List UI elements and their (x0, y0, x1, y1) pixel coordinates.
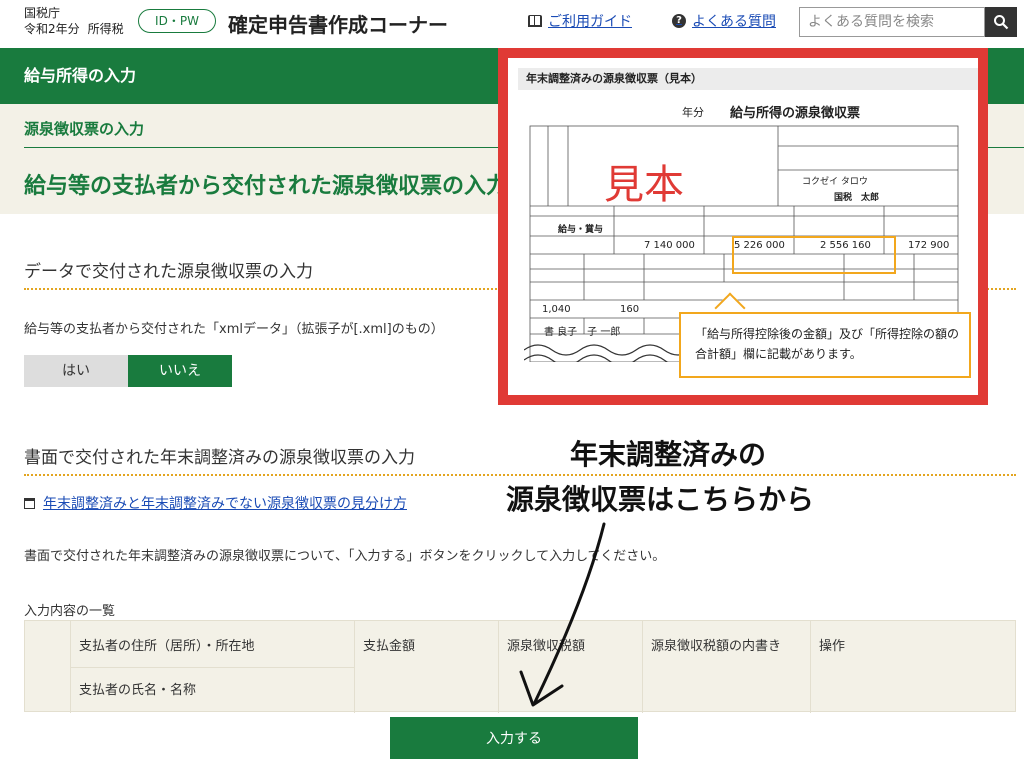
col-payer-address: 支払者の住所（居所）・所在地 (79, 639, 255, 654)
slip-lower-value-1: 1,040 (542, 304, 571, 315)
header: 国税庁 令和2年分 所得税 ID・PW 確定申告書作成コーナー ご利用ガイド ? よ… (0, 0, 1024, 48)
option-yes-button[interactable]: はい (24, 355, 128, 387)
xml-choice: はい いいえ (24, 355, 232, 387)
col-payer-name: 支払者の氏名・名称 (79, 683, 197, 698)
app-title: 確定申告書作成コーナー (228, 13, 448, 37)
window-icon (24, 497, 35, 509)
overlay-title: 年末調整済みの源泉徴収票（見本） (518, 68, 978, 90)
page-title: 給与等の支払者から交付された源泉徴収票の入力 (24, 174, 500, 199)
slip-row-label: 給与・賞与 (558, 225, 604, 235)
slip-spouse: 書 良子 子 一郎 (544, 327, 621, 338)
col-amount: 支払金額 (363, 639, 416, 654)
sample-slip-overlay: 年末調整済みの源泉徴収票（見本） 年分 給与所得の源泉徴収票 見本 コクゼイ タ… (498, 48, 988, 405)
sample-slip: 年分 給与所得の源泉徴収票 見本 コクゼイ タロウ 国税 太郎 給与・賞与 7 … (524, 94, 971, 378)
slip-lower-value-2: 160 (620, 304, 640, 315)
col-action: 操作 (819, 639, 846, 654)
data-section-title: データで交付された源泉徴収票の入力 (24, 262, 313, 282)
xml-question: 給与等の支払者から交付された「xmlデータ」（拡張子が[.xml]のもの） (24, 322, 444, 337)
table-caption: 入力内容の一覧 (24, 604, 116, 619)
paper-section-title: 書面で交付された年末調整済みの源泉徴収票の入力 (24, 448, 415, 468)
dotted-divider (24, 474, 1016, 476)
slip-name: 国税 太郎 (834, 193, 880, 203)
col-withholding: 源泉徴収税額 (507, 639, 586, 654)
book-icon (528, 15, 542, 27)
search-button[interactable] (985, 7, 1017, 37)
slip-title: 給与所得の源泉徴収票 (730, 106, 861, 121)
sub-title: 源泉徴収票の入力 (24, 120, 145, 138)
annotation-line-2: 源泉徴収票はこちらから (506, 483, 815, 516)
distinguish-link[interactable]: 年末調整済みと年末調整済みでない源泉徴収票の見分け方 (24, 493, 407, 513)
col-breakdown: 源泉徴収税額の内書き (651, 639, 782, 654)
slip-kana-name: コクゼイ タロウ (802, 177, 868, 187)
slip-tax: 172 900 (908, 240, 950, 251)
enter-button[interactable]: 入力する (390, 717, 638, 759)
faq-link[interactable]: ? よくある質問 (672, 11, 776, 31)
slip-payment: 7 140 000 (644, 240, 695, 251)
tax-type: 所得税 (87, 22, 124, 36)
highlight-box (732, 236, 896, 274)
search-input[interactable] (799, 7, 985, 37)
tax-year: 令和2年分 (24, 22, 80, 36)
instruction-text: 書面で交付された年末調整済みの源泉徴収票について、「入力する」ボタンをクリックし… (24, 549, 666, 564)
search-icon (994, 15, 1009, 30)
agency-name: 国税庁 (24, 6, 61, 20)
callout-note: 「給与所得控除後の金額」及び「所得控除の額の合計額」欄に記載があります。 (679, 312, 971, 378)
question-icon: ? (672, 14, 686, 28)
slip-year: 年分 (682, 106, 704, 119)
entry-table: 支払者の住所（居所）・所在地 支払者の氏名・名称 支払金額 源泉徴収税額 源泉徴… (24, 620, 1016, 713)
annotation-line-1: 年末調整済みの (570, 438, 767, 471)
sample-stamp: 見本 (604, 162, 684, 208)
option-no-button[interactable]: いいえ (128, 355, 232, 387)
auth-badge: ID・PW (138, 9, 216, 33)
agency-info: 国税庁 令和2年分 所得税 (24, 5, 124, 37)
guide-link[interactable]: ご利用ガイド (528, 11, 632, 31)
